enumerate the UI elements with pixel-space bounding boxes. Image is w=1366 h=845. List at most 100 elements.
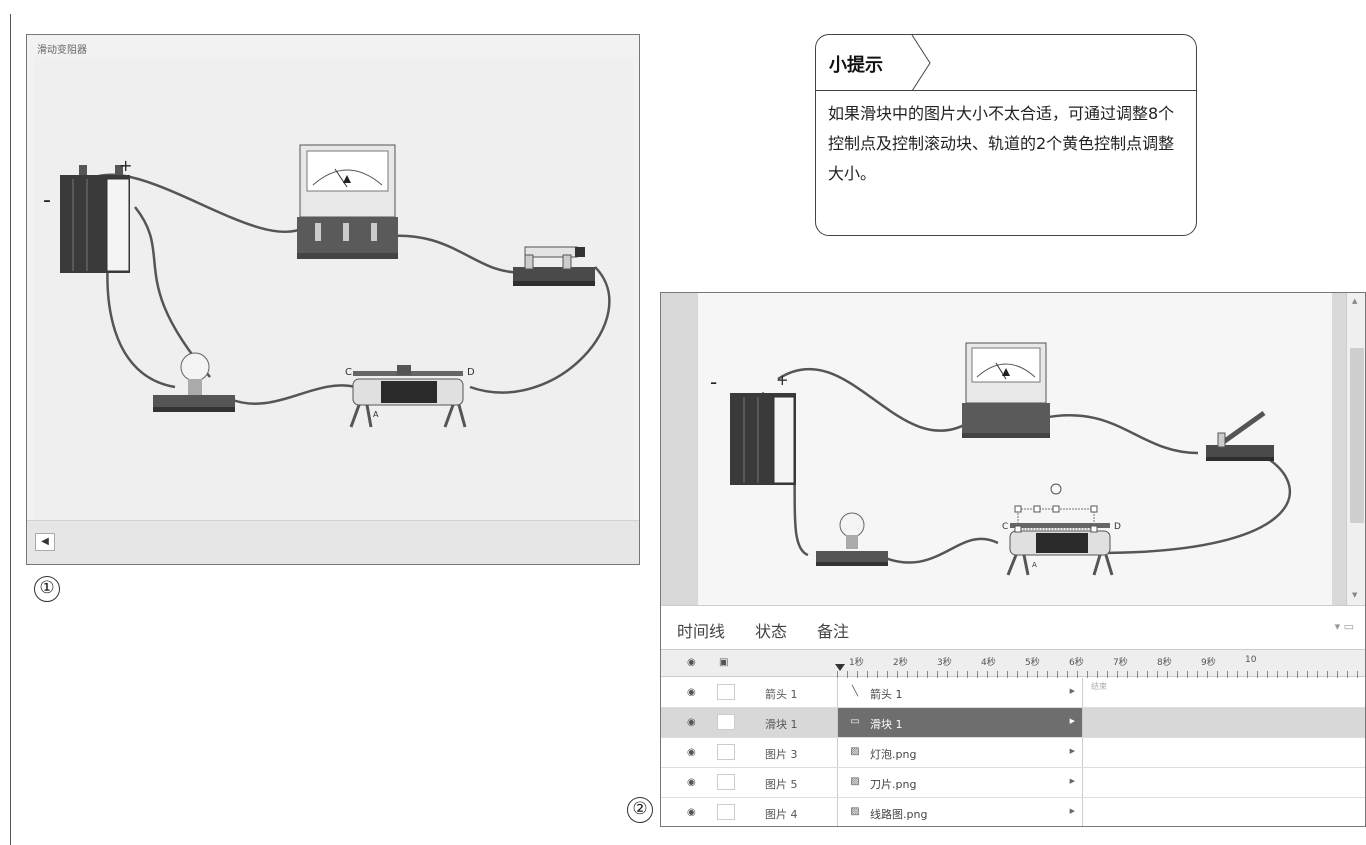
timeline-row[interactable]: ◉ 箭头 1 ╲ 箭头 1 ▶ 结束: [661, 678, 1365, 708]
page-border: [10, 14, 11, 845]
speaker-icon[interactable]: ◀: [35, 533, 55, 551]
object-label: 灯泡.png: [870, 748, 917, 761]
playhead-marker[interactable]: [835, 664, 845, 671]
eye-icon[interactable]: ◉: [687, 777, 696, 788]
timeline-row[interactable]: ◉ 图片 5 ▨ 刀片.png ▶: [661, 768, 1365, 798]
figure-1-number: ①: [34, 576, 60, 602]
image-icon: ▨: [850, 776, 860, 787]
timeline-object-bar[interactable]: ▨ 刀片.png ▶: [837, 768, 1083, 797]
panel-tabs: 时间线 状态 备注 ▾ ▭: [661, 605, 1365, 649]
ruler-label: 6秒: [1069, 658, 1084, 668]
ruler-label: 4秒: [981, 658, 996, 668]
timeline-object-bar[interactable]: ╲ 箭头 1 ▶: [837, 678, 1083, 707]
plus-label: +: [776, 371, 789, 389]
layer-name: 箭头 1: [765, 688, 798, 701]
meter-icon: [962, 342, 1050, 438]
panel-restore-icon[interactable]: ▾ ▭: [1335, 620, 1354, 633]
lock-icon[interactable]: ▣: [719, 657, 728, 668]
lock-checkbox[interactable]: [717, 744, 735, 760]
end-label: 结束: [1091, 682, 1107, 691]
battery-icon: [730, 393, 796, 485]
minus-label: -: [710, 370, 717, 394]
knife-switch-icon: [513, 246, 595, 286]
eye-icon[interactable]: ◉: [687, 747, 696, 758]
player-control-bar: ◀: [27, 520, 639, 564]
figure-1-player: 滑动变阻器 - + C D A ◀: [26, 34, 640, 565]
tab-state[interactable]: 状态: [755, 618, 787, 642]
expand-arrow-icon[interactable]: ▶: [1070, 747, 1075, 755]
battery-icon: [60, 165, 130, 273]
timeline-ruler[interactable]: 1秒 2秒 3秒 4秒 5秒 6秒 7秒 8秒 9秒 10: [835, 650, 1365, 678]
player-title: 滑动变阻器: [37, 45, 87, 56]
layer-name: 图片 5: [765, 778, 798, 791]
canvas-vertical-scrollbar[interactable]: ▲ ▼: [1346, 293, 1365, 605]
layer-name: 滑块 1: [765, 718, 798, 731]
plus-label: +: [119, 156, 132, 175]
object-label: 箭头 1: [870, 688, 903, 701]
eye-icon[interactable]: ◉: [687, 717, 696, 728]
scroll-thumb[interactable]: [1350, 348, 1364, 523]
ruler-label: 3秒: [937, 658, 952, 668]
timeline-object-bar[interactable]: ▭ 滑块 1 ▶: [837, 708, 1083, 737]
layer-name: 图片 4: [765, 808, 798, 821]
object-label: 线路图.png: [870, 808, 928, 821]
slider-icon: ▭: [850, 716, 860, 727]
ruler-ticks: [837, 671, 1365, 678]
ruler-label: 5秒: [1025, 658, 1040, 668]
image-icon: ▨: [850, 806, 860, 817]
terminal-a-label: A: [1032, 561, 1037, 569]
ruler-label: 7秒: [1113, 658, 1128, 668]
ruler-label: 1秒: [849, 658, 864, 668]
tip-heading: 小提示: [829, 55, 883, 76]
expand-arrow-icon[interactable]: ▶: [1070, 687, 1075, 695]
image-icon: ▨: [850, 746, 860, 757]
expand-arrow-icon[interactable]: ▶: [1070, 807, 1075, 815]
timeline-header: ◉ ▣ 1秒 2秒 3秒 4秒 5秒 6秒 7秒 8秒 9秒 10: [661, 649, 1365, 678]
expand-arrow-icon[interactable]: ▶: [1070, 717, 1075, 725]
tip-text: 如果滑块中的图片大小不太合适，可通过调整8个控制点及控制滚动块、轨道的2个黄色控…: [828, 104, 1175, 183]
circuit-stage: - + C D A: [35, 57, 633, 522]
layer-name: 图片 3: [765, 748, 798, 761]
bulb-icon: [816, 512, 888, 566]
rheostat-icon: [349, 365, 467, 428]
eye-icon[interactable]: ◉: [687, 807, 696, 818]
editor-canvas[interactable]: - + C D A: [698, 293, 1332, 605]
scroll-up-icon[interactable]: ▲: [1352, 297, 1357, 305]
terminal-c-label: C: [345, 367, 352, 378]
ruler-label: 10: [1245, 655, 1257, 665]
scroll-down-icon[interactable]: ▼: [1352, 591, 1357, 599]
eye-icon[interactable]: ◉: [687, 657, 696, 668]
object-label: 刀片.png: [870, 778, 917, 791]
tab-notes[interactable]: 备注: [817, 618, 849, 642]
arrow-line-icon: ╲: [851, 686, 859, 697]
object-label: 滑块 1: [870, 718, 903, 731]
timeline-object-bar[interactable]: ▨ 灯泡.png ▶: [837, 738, 1083, 767]
circuit-diagram-2: - + C D A: [710, 342, 1292, 576]
circuit-diagram-1: - + C D A: [43, 144, 611, 428]
ruler-label: 9秒: [1201, 658, 1216, 668]
eye-icon[interactable]: ◉: [687, 687, 696, 698]
timeline-row-selected[interactable]: ◉ 滑块 1 ▭ 滑块 1 ▶: [661, 708, 1365, 738]
lock-checkbox[interactable]: [717, 714, 735, 730]
tip-header: 小提示: [816, 35, 1196, 91]
bulb-icon: [153, 352, 235, 412]
expand-arrow-icon[interactable]: ▶: [1070, 777, 1075, 785]
lock-checkbox[interactable]: [717, 804, 735, 820]
timeline-row[interactable]: ◉ 图片 4 ▨ 线路图.png ▶: [661, 798, 1365, 826]
timeline-object-bar[interactable]: ▨ 线路图.png ▶: [837, 798, 1083, 826]
ruler-label: 2秒: [893, 658, 908, 668]
knife-switch-icon: [1206, 410, 1274, 461]
timeline-row[interactable]: ◉ 图片 3 ▨ 灯泡.png ▶: [661, 738, 1365, 768]
minus-label: -: [43, 188, 51, 213]
figure-2-editor: - + C D A ▲ ▼ 时间线 状态 备注 ▾ ▭ ◉ ▣ 1秒 2秒 3秒…: [660, 292, 1366, 827]
figure-2-number: ②: [627, 797, 653, 823]
terminal-a-label: A: [373, 410, 379, 419]
tip-box: 小提示 如果滑块中的图片大小不太合适，可通过调整8个控制点及控制滚动块、轨道的2…: [815, 34, 1197, 236]
tab-timeline[interactable]: 时间线: [677, 618, 725, 642]
lock-checkbox[interactable]: [717, 774, 735, 790]
meter-icon: [297, 144, 398, 259]
terminal-d-label: D: [1114, 522, 1121, 532]
ruler-label: 8秒: [1157, 658, 1172, 668]
lock-checkbox[interactable]: [717, 684, 735, 700]
terminal-c-label: C: [1002, 522, 1008, 532]
